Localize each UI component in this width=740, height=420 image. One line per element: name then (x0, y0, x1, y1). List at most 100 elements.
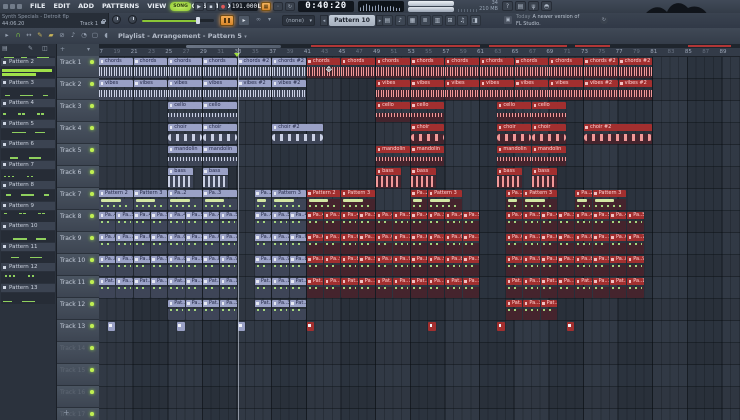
clip-vibes[interactable]: vibes (133, 80, 168, 100)
clip[interactable] (107, 322, 116, 331)
loop-link-icon[interactable]: ∞ (256, 16, 261, 23)
track-header-6[interactable]: Track 6 (57, 166, 99, 188)
clip-pa-1[interactable]: Pa..1 (592, 278, 609, 298)
clip-pa-6[interactable]: Pa..6 (609, 234, 627, 254)
clip-cello[interactable]: cello (410, 102, 445, 122)
clip-pa-9[interactable]: Pa..9 (324, 256, 341, 276)
clip-pa-7[interactable]: Pa..7 (557, 234, 575, 254)
picker-item-pattern-10[interactable]: Pattern 10 (1, 222, 55, 242)
picker-item-pattern-6[interactable]: Pattern 6 (1, 140, 55, 160)
clip-pa-1[interactable]: Pa..1 (185, 278, 202, 298)
clip-bass[interactable]: bass (202, 168, 228, 188)
track-mute-led[interactable] (90, 324, 94, 328)
track-header-7[interactable]: Track 7 (57, 188, 99, 210)
clip-pa-6[interactable]: Pa..6 (540, 234, 557, 254)
main-volume-knob[interactable] (112, 15, 121, 24)
clip-cello[interactable]: cello (376, 102, 410, 122)
detach-icon[interactable]: ▸ (2, 30, 12, 41)
clip-bass[interactable]: bass (168, 168, 194, 188)
clip-vibes[interactable]: vibes (445, 80, 480, 100)
clip-pa-4[interactable]: Pa..4 (168, 212, 185, 232)
slice-icon[interactable]: ◔ (79, 30, 89, 41)
clip-pat-3[interactable]: Pat..3 (506, 300, 523, 320)
clip-vibes[interactable]: vibes (202, 80, 237, 100)
clip-pa-6[interactable]: Pa..6 (168, 234, 185, 254)
clip-pa-6[interactable]: Pa..6 (254, 234, 272, 254)
clip-pa-9[interactable]: Pa..9 (627, 256, 644, 276)
clip-pa-2[interactable]: Pa..2 (168, 190, 202, 210)
clip-pa-8[interactable]: Pa..8 (99, 256, 116, 276)
clip-vibes-2[interactable]: vibes #2 (237, 80, 272, 100)
clip-pa-7[interactable]: Pa..7 (523, 234, 540, 254)
clip-chords[interactable]: chords (306, 58, 341, 78)
chat-button[interactable]: ◓ (541, 1, 552, 11)
clip-pa-8[interactable]: Pa..8 (306, 256, 324, 276)
clip-mandolin[interactable]: mandolin (202, 146, 237, 166)
track-header-13[interactable]: Track 13 (57, 320, 99, 342)
clip-vibes[interactable]: vibes (168, 80, 202, 100)
picker-item-pattern-8[interactable]: Pattern 8 (1, 181, 55, 201)
menu-item-view[interactable]: VIEW (143, 0, 170, 13)
clip-pa-8[interactable]: Pa..8 (254, 256, 272, 276)
mute-icon[interactable]: ♪ (68, 30, 78, 41)
clip-mandolin[interactable]: mandolin (168, 146, 202, 166)
clip-pa-4[interactable]: Pa..4 (445, 212, 462, 232)
clip-pa-5[interactable]: Pa..5 (592, 212, 609, 232)
track-mute-led[interactable] (90, 104, 94, 108)
paint-icon[interactable]: ▰ (46, 30, 56, 41)
clip[interactable] (428, 322, 436, 331)
clip-pa-4[interactable]: Pa..4 (341, 212, 358, 232)
track-name[interactable]: Track 10 (60, 257, 85, 264)
clip-choir-2[interactable]: choir #2 (583, 124, 653, 144)
clip-pat-0[interactable]: Pat..0 (376, 278, 393, 298)
track-mute-led[interactable] (90, 302, 94, 306)
clip-pa-5[interactable]: Pa..5 (185, 212, 202, 232)
clip-bass[interactable]: bass (532, 168, 557, 188)
clip-pa-8[interactable]: Pa..8 (202, 256, 220, 276)
zoom-icon[interactable]: ◖ (101, 30, 111, 41)
clip-pa-6[interactable]: Pa..6 (133, 234, 150, 254)
clip-pa-1[interactable]: Pa..1 (358, 278, 376, 298)
clip-pa-4[interactable]: Pa..4 (254, 212, 272, 232)
master-pitch-slider[interactable] (408, 7, 454, 12)
track-name[interactable]: Track 14 (60, 345, 85, 352)
tuner-button[interactable]: ♫ (457, 15, 468, 26)
track-mute-led[interactable] (90, 412, 94, 416)
clip-pat-0[interactable]: Pat..0 (254, 278, 272, 298)
clip-pattern-2[interactable]: Pattern 2 (99, 190, 133, 210)
slip-icon[interactable]: ↔ (24, 30, 34, 41)
play-button[interactable]: ▶ (194, 2, 204, 11)
clip-chords-2[interactable]: chords #2 (583, 58, 618, 78)
clip-chords[interactable]: chords (549, 58, 583, 78)
add-track-button[interactable]: + (63, 408, 70, 417)
track-header-9[interactable]: Track 9 (57, 232, 99, 254)
clip-pa-8[interactable]: Pa..8 (289, 256, 306, 276)
track-header-1[interactable]: Track 1 (57, 56, 99, 78)
clip-cello[interactable]: cello (532, 102, 566, 122)
clip-pat-0[interactable]: Pat..0 (289, 278, 306, 298)
metronome-icon[interactable]: ▾ (268, 16, 271, 23)
menu-item-file[interactable]: FILE (26, 0, 49, 13)
track-header-11[interactable]: Track 11 (57, 276, 99, 298)
clip-pa-1[interactable]: Pa..1 (150, 278, 168, 298)
clip-pa-6[interactable]: Pa..6 (341, 234, 358, 254)
clip-chords-2[interactable]: chords #2 (618, 58, 653, 78)
clip-pa-2[interactable]: Pa..2 (506, 190, 523, 210)
save-button[interactable]: ▤ (515, 1, 526, 11)
clip-pa-6[interactable]: Pa..6 (410, 234, 428, 254)
clip-pa-3[interactable]: Pa..3 (202, 190, 237, 210)
clip[interactable] (566, 322, 575, 331)
clip-bass[interactable]: bass (376, 168, 402, 188)
clip-pa-1[interactable]: Pa..1 (462, 278, 480, 298)
clip-pa-6[interactable]: Pa..6 (506, 234, 523, 254)
clip-pa-8[interactable]: Pa..8 (168, 256, 185, 276)
clip-pa-7[interactable]: Pa..7 (220, 234, 237, 254)
track-name[interactable]: Track 12 (60, 301, 85, 308)
track-menu-icon[interactable]: ▾ (87, 46, 90, 53)
typing-keyboard-toggle[interactable]: ▦ (261, 2, 271, 11)
clip-chords[interactable]: chords (133, 58, 168, 78)
clip-pa-4[interactable]: Pa..4 (133, 212, 150, 232)
track-header-5[interactable]: Track 5 (57, 144, 99, 166)
clip-choir-2[interactable]: choir #2 (272, 124, 324, 144)
track-mute-led[interactable] (90, 192, 94, 196)
